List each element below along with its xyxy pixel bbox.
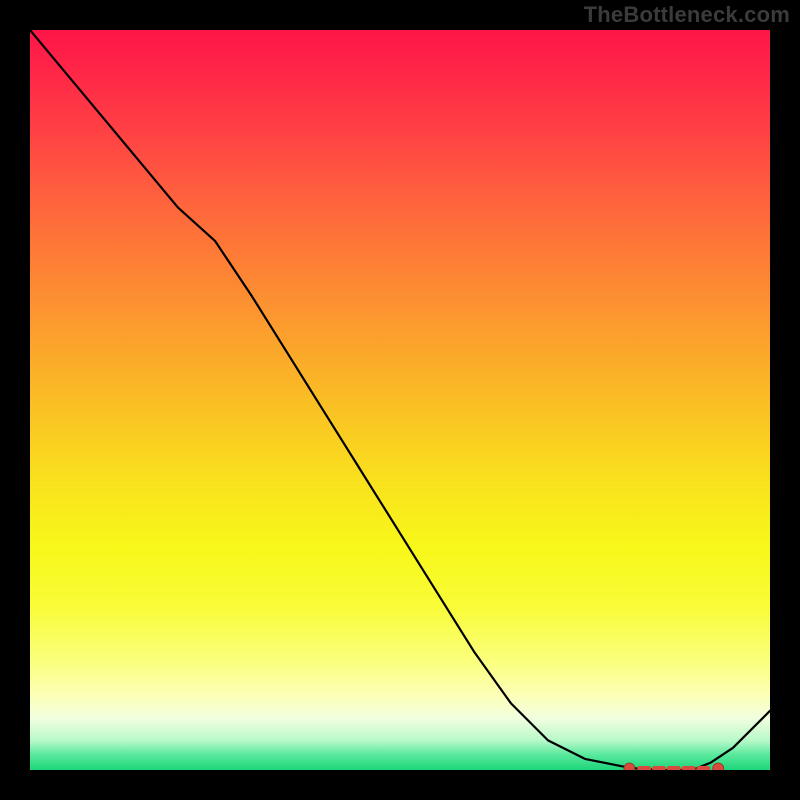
chart-overlay <box>30 30 770 770</box>
bottleneck-curve <box>30 30 770 770</box>
chart-frame: TheBottleneck.com <box>0 0 800 800</box>
watermark-text: TheBottleneck.com <box>584 2 790 28</box>
plot-area <box>30 30 770 770</box>
